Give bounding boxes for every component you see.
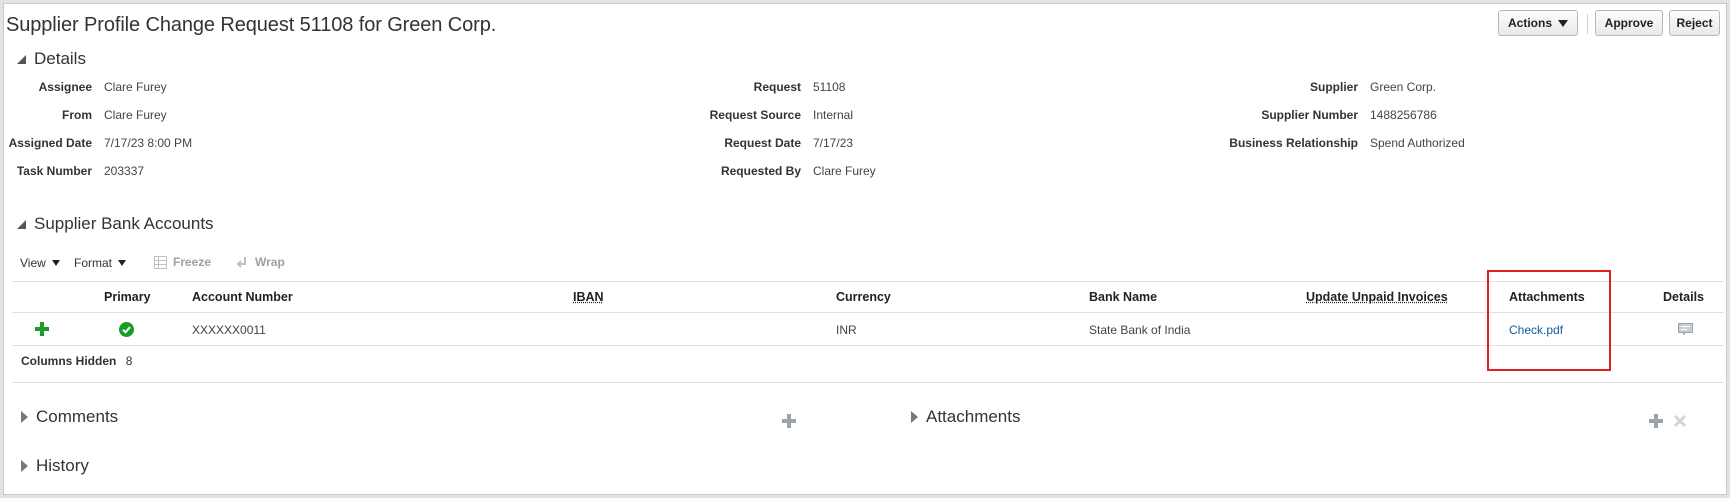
from-value: Clare Furey [104,108,167,122]
details-icon[interactable] [1678,323,1693,336]
data-row-border [12,345,1724,346]
attachments-heading: Attachments [926,407,1021,426]
column-header-details[interactable]: Details [1663,290,1704,304]
requested-by-value: Clare Furey [813,164,876,178]
assignee-value: Clare Furey [104,80,167,94]
toolbar-separator [1587,14,1588,34]
task-number-value: 203337 [104,164,145,178]
format-label: Format [74,256,113,270]
supplier-label: Supplier [1309,80,1358,94]
columns-hidden-status: Columns Hidden 8 [21,354,132,368]
format-menu[interactable]: Format [74,256,127,270]
page-frame: Supplier Profile Change Request 51108 fo… [3,3,1727,495]
business-relationship-value: Spend Authorized [1370,136,1465,150]
attachments-column-highlight [1487,270,1611,371]
actions-button[interactable]: Actions [1498,10,1578,36]
comments-heading: Comments [36,407,119,426]
request-date-value: 7/17/23 [813,136,854,150]
request-source-label: Request Source [709,108,801,122]
requested-by-label: Requested By [720,164,801,178]
table-top-border [12,281,1724,282]
account-number-cell: XXXXXX0011 [192,323,266,337]
add-comment-plus-icon[interactable] [782,414,796,428]
request-source-value: Internal [813,108,854,122]
collapse-triangle-icon [17,54,26,64]
expand-triangle-icon [21,460,28,472]
request-label: Request [753,80,801,94]
history-section-header[interactable]: History [21,456,89,476]
bank-name-cell: State Bank of India [1089,323,1191,337]
column-header-account-number[interactable]: Account Number [192,290,293,304]
header-row-border [12,312,1724,313]
page-title: Supplier Profile Change Request 51108 fo… [6,14,497,36]
view-menu[interactable]: View [20,256,60,270]
table-bottom-border [12,382,1724,383]
currency-cell: INR [836,323,857,337]
assigned-date-value: 7/17/23 8:00 PM [104,136,193,150]
format-dropdown-icon [118,260,127,266]
history-heading: History [36,456,89,475]
column-header-primary[interactable]: Primary [104,290,151,304]
view-dropdown-icon [51,260,60,266]
details-section-header[interactable]: Details [17,49,86,69]
add-attachment-plus-icon[interactable] [1649,414,1663,428]
expand-row-plus-icon[interactable] [35,322,49,336]
assignee-label: Assignee [38,80,92,94]
wrap-icon [236,256,246,268]
supplier-number-value: 1488256786 [1370,108,1437,122]
wrap-button[interactable]: Wrap [236,255,285,269]
freeze-button[interactable]: Freeze [154,255,211,269]
task-number-label: Task Number [16,164,92,178]
assigned-date-label: Assigned Date [8,136,92,150]
bank-accounts-heading: Supplier Bank Accounts [34,214,214,233]
wrap-label: Wrap [255,255,285,269]
expand-triangle-icon [911,411,918,423]
supplier-value: Green Corp. [1370,80,1437,94]
approve-button[interactable]: Approve [1595,10,1663,36]
actions-label: Actions [1507,16,1552,30]
collapse-triangle-icon [17,219,26,229]
delete-attachment-x-icon[interactable] [1673,414,1687,428]
column-header-iban[interactable]: IBAN [573,290,604,304]
columns-hidden-count: 8 [125,354,133,368]
details-heading: Details [34,49,86,68]
bank-accounts-section-header[interactable]: Supplier Bank Accounts [17,214,214,234]
primary-check-icon [119,322,134,337]
business-relationship-label: Business Relationship [1229,136,1358,150]
reject-button[interactable]: Reject [1669,10,1720,36]
attachments-section-header[interactable]: Attachments [911,407,1021,427]
comments-section-header[interactable]: Comments [21,407,118,427]
freeze-label: Freeze [173,255,212,269]
freeze-icon [154,255,167,269]
columns-hidden-label: Columns Hidden [21,354,117,368]
view-label: View [20,256,46,270]
request-date-label: Request Date [724,136,801,150]
column-header-bank-name[interactable]: Bank Name [1089,290,1157,304]
expand-triangle-icon [21,411,28,423]
supplier-number-label: Supplier Number [1261,108,1358,122]
request-value: 51108 [813,80,846,94]
from-label: From [62,108,92,122]
dropdown-arrow-icon [1558,19,1568,27]
column-header-currency[interactable]: Currency [836,290,891,304]
column-header-update-unpaid-invoices[interactable]: Update Unpaid Invoices [1306,290,1448,304]
